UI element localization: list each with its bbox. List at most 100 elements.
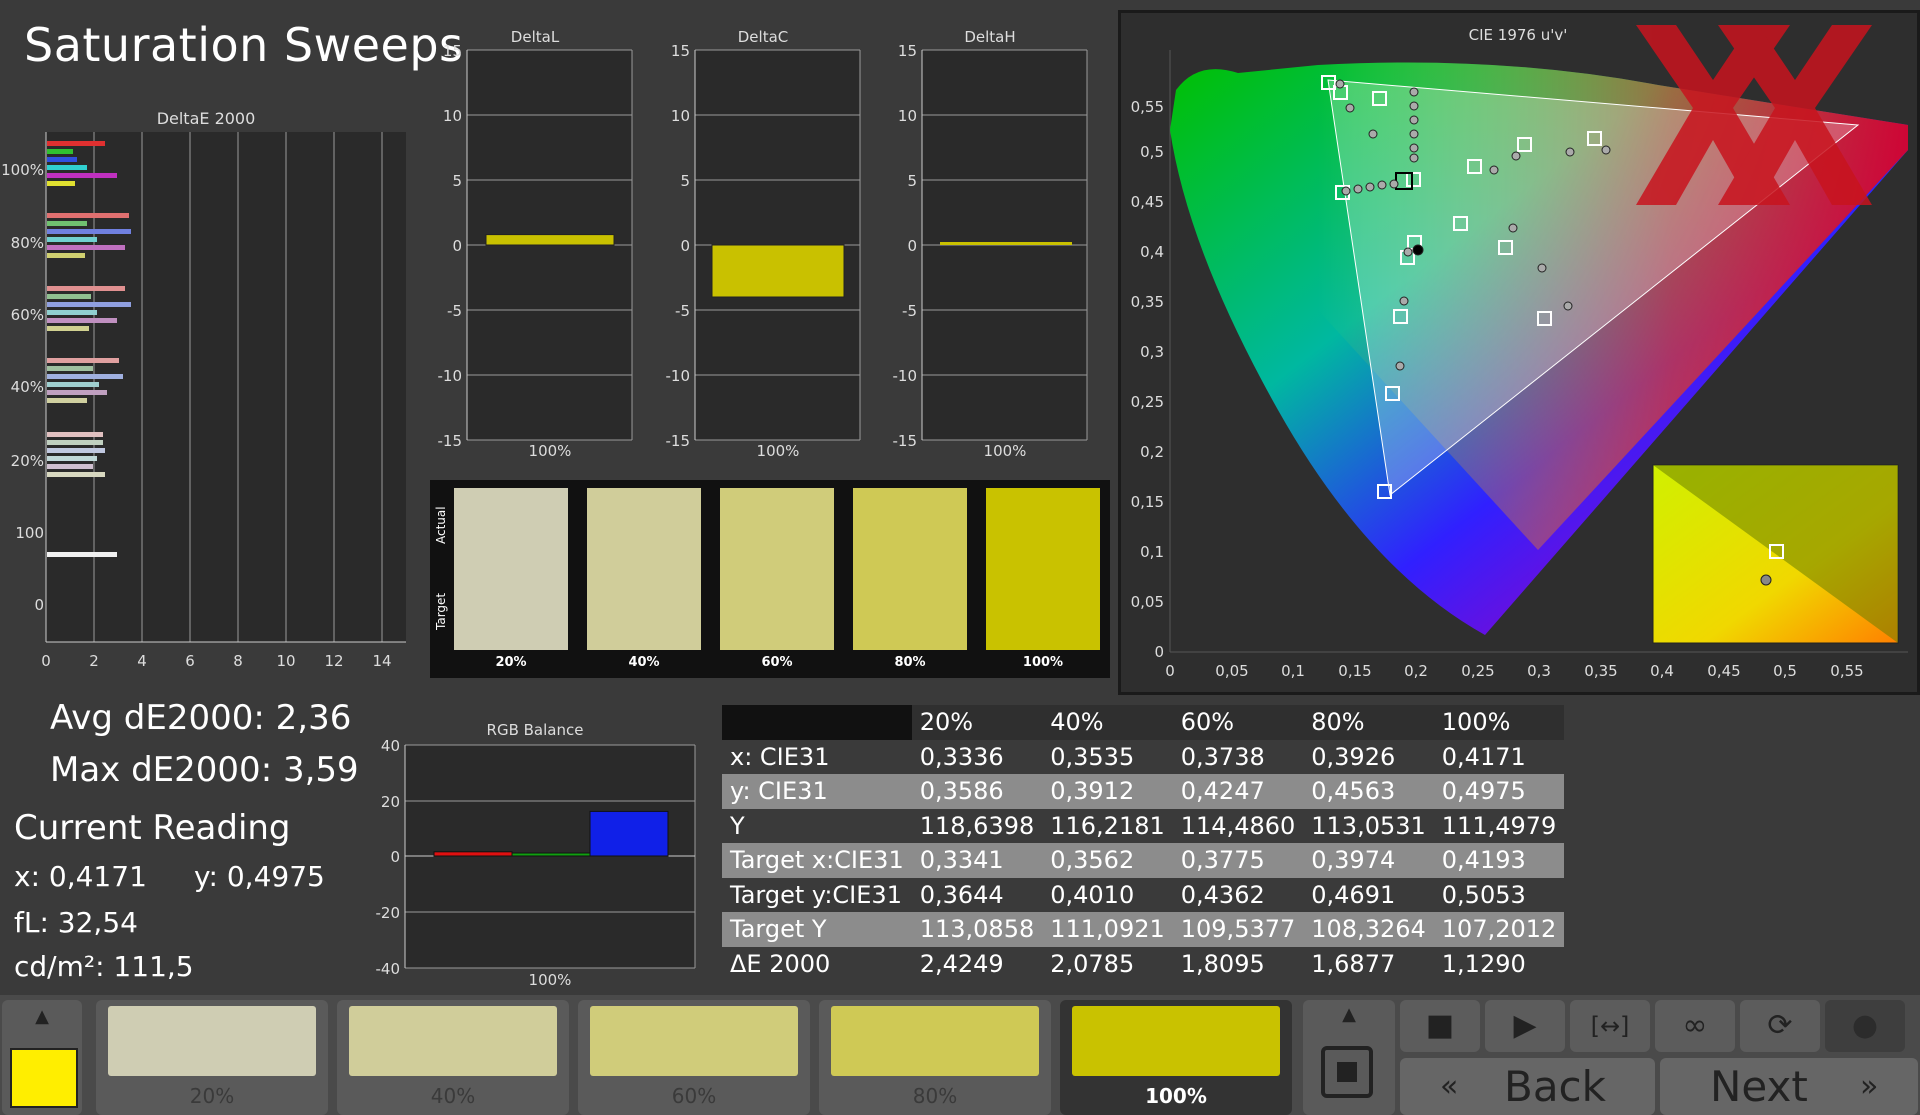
table-header-cell: 20% — [911, 705, 1043, 740]
deltae-y-tick: 60% — [11, 306, 44, 324]
rgb-balance-chart: RGB Balance 40 20 0 -20 -40 100% — [376, 721, 696, 989]
rgb-y-tick: 0 — [390, 848, 400, 866]
page-title: Saturation Sweeps — [24, 18, 464, 72]
table-row: Target x:CIE31 0,3341 0,3562 0,3775 0,39… — [722, 843, 1565, 878]
table-header-cell: 100% — [1433, 705, 1565, 740]
rgb-balance-title: RGB Balance — [487, 721, 584, 739]
swatch-40 — [587, 488, 701, 650]
play-button[interactable]: ▶ — [1485, 1000, 1565, 1052]
rgb-y-tick: 20 — [381, 793, 400, 811]
loop-button[interactable]: ∞ — [1655, 1000, 1735, 1052]
next-button[interactable]: Next » — [1660, 1058, 1918, 1115]
infinity-icon: ∞ — [1682, 1008, 1708, 1043]
table-cell: 109,5377 — [1172, 912, 1304, 947]
deltal-x-label: 100% — [529, 442, 572, 460]
target-label: Target — [434, 592, 448, 630]
patch-label: 100% — [1145, 1084, 1207, 1108]
deltal-y-tick: 5 — [452, 172, 462, 190]
table-cell: 0,3926 — [1303, 739, 1434, 774]
table-cell: 0,4563 — [1303, 774, 1434, 809]
table-cell: 0,4247 — [1172, 774, 1304, 809]
rgb-y-tick: -40 — [376, 960, 401, 978]
table-cell: 0,4362 — [1172, 877, 1304, 912]
pattern-button[interactable]: ▲ — [1303, 1000, 1395, 1115]
table-row: x: CIE31 0,3336 0,3535 0,3738 0,3926 0,4… — [722, 739, 1565, 774]
deltah-chart: DeltaH 15 10 5 0 -5 -10 -15 100% — [893, 28, 1088, 460]
patch-swatch — [590, 1006, 798, 1076]
refresh-button[interactable]: ⟳ — [1740, 1000, 1820, 1052]
table-cell: x: CIE31 — [722, 739, 912, 774]
current-reading-label: Current Reading — [14, 808, 291, 848]
table-cell: 0,4691 — [1303, 877, 1434, 912]
fit-button[interactable]: [↔] — [1570, 1000, 1650, 1052]
table-cell: 111,4979 — [1433, 808, 1565, 843]
actual-label: Actual — [434, 506, 448, 544]
back-button[interactable]: « Back — [1400, 1058, 1655, 1115]
swatch-label: 60% — [761, 655, 793, 670]
deltal-y-tick: 0 — [452, 237, 462, 255]
table-cell: 1,6877 — [1303, 946, 1434, 981]
table-row: y: CIE31 0,3586 0,3912 0,4247 0,4563 0,4… — [722, 774, 1565, 809]
patch-label: 80% — [912, 1084, 958, 1108]
deltah-y-tick: -15 — [893, 432, 918, 450]
swatch-label: 20% — [495, 655, 527, 670]
table-cell: 0,3912 — [1042, 774, 1173, 809]
cie-y-tick: 0,1 — [1140, 543, 1164, 561]
patch-tile-40[interactable]: 40% — [337, 1000, 569, 1115]
patch-tile-100[interactable]: 100% — [1060, 1000, 1292, 1115]
cie-y-tick: 0,15 — [1131, 493, 1164, 511]
patch-swatch — [831, 1006, 1039, 1076]
table-cell: 116,2181 — [1042, 808, 1173, 843]
back-label: Back — [1504, 1062, 1606, 1111]
record-button[interactable]: ● — [1825, 1000, 1905, 1052]
deltae-x-tick: 6 — [185, 652, 195, 670]
record-icon: ● — [1851, 1008, 1879, 1043]
cie-x-tick: 0,15 — [1338, 662, 1371, 680]
avg-de2000: Avg dE2000: 2,36 — [50, 698, 352, 738]
deltal-y-tick: -5 — [447, 302, 462, 320]
table-cell: Y — [722, 808, 912, 843]
deltal-bar — [485, 234, 615, 246]
deltae-y-tick: 20% — [11, 452, 44, 470]
cie-x-tick: 0,45 — [1707, 662, 1740, 680]
reading-fl: fL: 32,54 — [14, 906, 138, 939]
patch-tile-80[interactable]: 80% — [819, 1000, 1051, 1115]
cie-x-tick: 0,25 — [1461, 662, 1494, 680]
refresh-icon: ⟳ — [1767, 1008, 1793, 1043]
table-cell: 118,6398 — [911, 808, 1043, 843]
stop-button[interactable]: ■ — [1400, 1000, 1480, 1052]
swatch-20 — [454, 488, 568, 650]
patch-label: 40% — [430, 1084, 476, 1108]
table-header-row: 20% 40% 60% 80% 100% — [722, 705, 1565, 740]
swatch-panel: Actual Target 20% 40% 60% 80% 100% — [430, 480, 1110, 678]
cie-y-tick: 0,5 — [1140, 143, 1164, 161]
patch-tile-20[interactable]: 20% — [96, 1000, 328, 1115]
table-cell: 113,0531 — [1303, 808, 1434, 843]
table-cell: 0,3974 — [1303, 843, 1434, 878]
table-cell: 0,3562 — [1042, 843, 1173, 878]
deltac-y-tick: 0 — [680, 237, 690, 255]
table-cell: 114,4860 — [1172, 808, 1304, 843]
patch-label: 20% — [189, 1084, 235, 1108]
swatch-label: 80% — [894, 655, 926, 670]
deltae-x-tick: 14 — [372, 652, 391, 670]
current-color-swatch — [10, 1048, 78, 1108]
table-cell: 0,3738 — [1172, 739, 1304, 774]
deltah-title: DeltaH — [964, 28, 1015, 46]
table-cell: Target y:CIE31 — [722, 877, 912, 912]
rgb-red-bar — [433, 851, 513, 857]
patch-tile-60[interactable]: 60% — [578, 1000, 810, 1115]
color-picker-button[interactable]: ▲ — [2, 1000, 82, 1115]
swatch-100 — [986, 488, 1100, 650]
cie-x-tick: 0,2 — [1404, 662, 1428, 680]
measurements-table: 20% 40% 60% 80% 100% x: CIE31 0,3336 0,3… — [722, 705, 1565, 981]
cie-zoom-measured — [1760, 574, 1772, 586]
deltal-y-tick: -15 — [438, 432, 463, 450]
table-cell: 0,3644 — [911, 877, 1043, 912]
deltac-y-tick: -10 — [666, 367, 691, 385]
table-cell: 0,5053 — [1433, 877, 1565, 912]
cie-y-tick: 0,4 — [1140, 243, 1164, 261]
table-cell: Target Y — [722, 912, 912, 947]
deltah-y-tick: -10 — [893, 367, 918, 385]
cie-y-tick: 0,35 — [1131, 293, 1164, 311]
